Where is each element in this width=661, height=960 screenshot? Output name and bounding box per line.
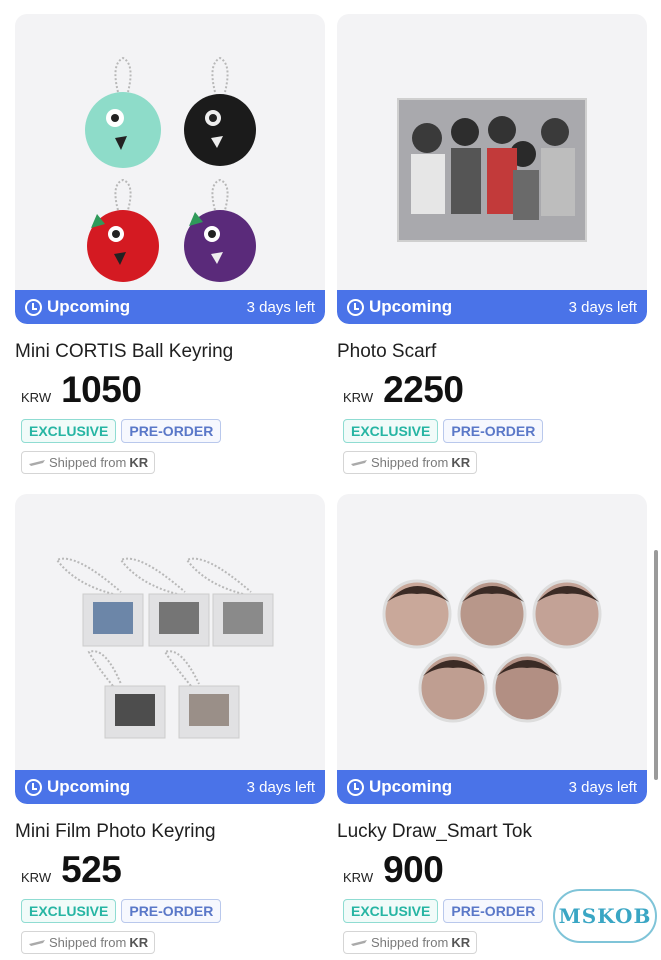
- currency: KRW: [21, 390, 52, 405]
- ball-keyring-image: [85, 56, 256, 282]
- price-amount: 525: [61, 849, 122, 890]
- price-amount: 900: [383, 849, 444, 890]
- watermark-logo: MSKOB: [553, 889, 657, 943]
- product-image[interactable]: Upcoming 3 days left: [337, 14, 647, 324]
- watermark-text: MSKOB: [558, 904, 652, 928]
- airplane-icon: [351, 459, 367, 466]
- ship-prefix: Shipped from: [371, 935, 449, 950]
- airplane-icon: [29, 459, 45, 466]
- exclusive-badge: EXCLUSIVE: [21, 899, 117, 923]
- clock-icon: [347, 778, 364, 796]
- price-amount: 2250: [383, 369, 464, 410]
- preorder-badge: PRE-ORDER: [443, 899, 544, 923]
- ship-origin: KR: [129, 455, 149, 470]
- film-keyring-image: [55, 557, 274, 739]
- time-left: 3 days left: [246, 298, 315, 316]
- shipping-info: Shipped from KR: [343, 451, 478, 474]
- product-name[interactable]: Mini Film Photo Keyring: [15, 821, 325, 843]
- photo-scarf-image: [397, 98, 587, 242]
- product-name[interactable]: Photo Scarf: [337, 341, 647, 363]
- tag-list: EXCLUSIVE PRE-ORDER: [343, 419, 647, 443]
- product-image[interactable]: Upcoming 3 days left: [337, 494, 647, 804]
- preorder-badge: PRE-ORDER: [121, 899, 222, 923]
- currency: KRW: [343, 870, 374, 885]
- price: KRW 900: [337, 849, 647, 891]
- status-label: Upcoming: [369, 297, 453, 316]
- status-label: Upcoming: [47, 297, 131, 316]
- status-label: Upcoming: [47, 777, 131, 796]
- ship-origin: KR: [451, 455, 471, 470]
- preorder-badge: PRE-ORDER: [443, 419, 544, 443]
- airplane-icon: [29, 939, 45, 946]
- ship-origin: KR: [129, 935, 149, 950]
- product-image[interactable]: Upcoming 3 days left: [15, 494, 325, 804]
- upcoming-banner: Upcoming 3 days left: [15, 770, 325, 804]
- product-card[interactable]: Upcoming 3 days left Lucky Draw_Smart To…: [337, 494, 647, 954]
- ship-prefix: Shipped from: [49, 935, 127, 950]
- price: KRW 525: [15, 849, 325, 891]
- time-left: 3 days left: [568, 298, 637, 316]
- tag-list: EXCLUSIVE PRE-ORDER: [21, 899, 325, 923]
- ship-origin: KR: [451, 935, 471, 950]
- exclusive-badge: EXCLUSIVE: [21, 419, 117, 443]
- exclusive-badge: EXCLUSIVE: [343, 899, 439, 923]
- upcoming-banner: Upcoming 3 days left: [15, 290, 325, 324]
- product-card[interactable]: Upcoming 3 days left Mini Film Photo Key…: [15, 494, 325, 954]
- currency: KRW: [343, 390, 374, 405]
- exclusive-badge: EXCLUSIVE: [343, 419, 439, 443]
- time-left: 3 days left: [568, 778, 637, 796]
- product-grid: Upcoming 3 days left Mini CORTIS Ball Ke…: [0, 0, 661, 960]
- upcoming-banner: Upcoming 3 days left: [337, 290, 647, 324]
- product-name[interactable]: Mini CORTIS Ball Keyring: [15, 341, 325, 363]
- price-amount: 1050: [61, 369, 142, 410]
- airplane-icon: [351, 939, 367, 946]
- clock-icon: [25, 298, 42, 316]
- product-card[interactable]: Upcoming 3 days left Mini CORTIS Ball Ke…: [15, 14, 325, 474]
- price: KRW 1050: [15, 369, 325, 411]
- shipping-info: Shipped from KR: [21, 931, 156, 954]
- shipping-info: Shipped from KR: [343, 931, 478, 954]
- ship-prefix: Shipped from: [49, 455, 127, 470]
- smart-tok-image: [382, 579, 602, 723]
- ship-prefix: Shipped from: [371, 455, 449, 470]
- preorder-badge: PRE-ORDER: [121, 419, 222, 443]
- upcoming-banner: Upcoming 3 days left: [337, 770, 647, 804]
- scrollbar[interactable]: [654, 550, 658, 780]
- status-label: Upcoming: [369, 777, 453, 796]
- time-left: 3 days left: [246, 778, 315, 796]
- shipping-info: Shipped from KR: [21, 451, 156, 474]
- price: KRW 2250: [337, 369, 647, 411]
- clock-icon: [347, 298, 364, 316]
- clock-icon: [25, 778, 42, 796]
- product-name[interactable]: Lucky Draw_Smart Tok: [337, 821, 647, 843]
- product-card[interactable]: Upcoming 3 days left Photo Scarf KRW 225…: [337, 14, 647, 474]
- currency: KRW: [21, 870, 52, 885]
- product-image[interactable]: Upcoming 3 days left: [15, 14, 325, 324]
- tag-list: EXCLUSIVE PRE-ORDER: [21, 419, 325, 443]
